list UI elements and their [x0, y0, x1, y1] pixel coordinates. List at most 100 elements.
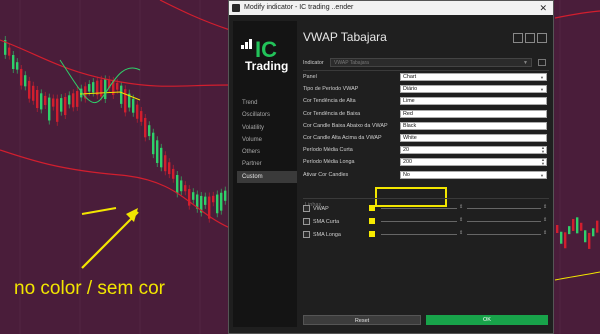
property-label: Panel: [303, 74, 317, 80]
property-row: Cor Candle Alta Acima da VWAP White: [303, 134, 549, 143]
logo-trading: Trading: [245, 59, 289, 73]
candle: [588, 232, 591, 249]
divider: [303, 70, 549, 71]
property-row: Panel Chart ▼: [303, 73, 549, 82]
property-value: Black: [403, 122, 417, 129]
stepper-icon[interactable]: ▲ ▼: [541, 158, 545, 166]
copy-icon[interactable]: [525, 33, 535, 43]
line-style-slider[interactable]: [467, 221, 541, 222]
property-select[interactable]: No ▼: [400, 170, 547, 179]
dialog-titlebar: Modify indicator - IC trading ..ender ✕: [229, 1, 553, 15]
indicator-select[interactable]: VWAP Tabajara ▼: [330, 58, 532, 67]
line-width-slider[interactable]: [381, 234, 457, 235]
property-select[interactable]: Diário ▼: [400, 85, 547, 94]
chevron-down-icon: ▼: [540, 87, 544, 93]
property-number-input[interactable]: 20 ▲ ▼: [400, 146, 547, 155]
settings-panel: VWAP Tabajara Indicator VWAP Tabajara ▼ …: [301, 21, 551, 327]
line-visible-checkbox[interactable]: [303, 205, 310, 212]
candle: [580, 222, 583, 231]
video-icon[interactable]: [538, 59, 546, 66]
line-label: SMA Curta: [313, 219, 340, 225]
property-label: Tipo de Período VWAP: [303, 86, 359, 93]
property-value: Lime: [403, 98, 415, 105]
stepper-icon[interactable]: ⇕: [459, 217, 463, 223]
property-value: 20: [403, 147, 409, 154]
line-label: VWAP: [313, 206, 329, 212]
nav-item-oscillators[interactable]: Oscillators: [237, 109, 297, 121]
property-input[interactable]: Black: [400, 121, 547, 130]
category-nav: Trend Oscillators Volatility Volume Othe…: [237, 97, 297, 183]
indicator-label: Indicator: [303, 60, 324, 66]
nav-item-trend[interactable]: Trend: [237, 97, 297, 109]
stepper-icon[interactable]: ⇕: [543, 204, 547, 210]
right-red-line: [554, 10, 600, 19]
stepper-icon[interactable]: ▲ ▼: [541, 146, 545, 154]
property-row: Tipo de Período VWAP Diário ▼: [303, 85, 549, 94]
camera-icon[interactable]: [537, 33, 547, 43]
property-label: Cor Candle Baixa Abaixo da VWAP: [303, 122, 388, 129]
stepper-icon[interactable]: ⇕: [459, 204, 463, 210]
property-input[interactable]: Red: [400, 109, 547, 118]
stepper-icon[interactable]: ⇕: [459, 230, 463, 236]
property-label: Período Média Curta: [303, 147, 353, 154]
indicator-select-row: Indicator VWAP Tabajara ▼: [303, 58, 549, 68]
ok-button[interactable]: OK: [426, 315, 548, 325]
candle: [596, 220, 599, 233]
stepper-icon[interactable]: ⇕: [543, 230, 547, 236]
nav-item-partner[interactable]: Partner: [237, 158, 297, 170]
yellow-vwap-line: [79, 91, 141, 101]
property-row: Cor Candle Baixa Abaixo da VWAP Black: [303, 121, 549, 131]
save-icon[interactable]: [513, 33, 523, 43]
property-row: Ativar Cor Candles No ▼: [303, 170, 549, 180]
reset-button[interactable]: Reset: [303, 315, 421, 325]
divider: [303, 198, 549, 199]
property-label: Período Média Longa: [303, 159, 355, 166]
line-width-slider[interactable]: [381, 221, 457, 222]
stepper-icon[interactable]: ⇕: [543, 217, 547, 223]
annotation-no-color: no color / sem cor: [14, 278, 165, 299]
property-input[interactable]: Lime: [400, 97, 547, 106]
property-value: No: [403, 171, 410, 178]
candle: [560, 231, 563, 244]
header-actions: [511, 30, 547, 48]
line-style-slider[interactable]: [467, 234, 541, 235]
nav-item-custom[interactable]: Custom: [237, 170, 297, 183]
line-visible-checkbox[interactable]: [303, 231, 310, 238]
chevron-down-icon: ▼: [540, 172, 544, 178]
candle: [576, 217, 579, 234]
nav-item-others[interactable]: Others: [237, 146, 297, 158]
line-width-slider[interactable]: [381, 208, 457, 209]
property-label: Cor Tendência de Alta: [303, 98, 356, 105]
candle: [572, 218, 575, 231]
nav-item-volatility[interactable]: Volatility: [237, 122, 297, 134]
property-label: Cor Tendência de Baixa: [303, 110, 361, 117]
property-value: Red: [403, 110, 413, 117]
line-visible-checkbox[interactable]: [303, 218, 310, 225]
color-swatch[interactable]: [369, 205, 375, 211]
property-select[interactable]: Chart ▼: [400, 73, 547, 81]
line-label: SMA Longa: [313, 232, 341, 238]
color-swatch[interactable]: [369, 231, 375, 237]
annotation-tick: [81, 207, 117, 215]
category-sidebar: IC Trading Trend Oscillators Volatility …: [233, 21, 297, 327]
app-icon: [232, 4, 240, 12]
right-yellow-line: [554, 271, 600, 281]
red-band-lower: [0, 149, 231, 229]
window-title: Modify indicator - IC trading ..ender: [244, 4, 354, 11]
color-swatch[interactable]: [369, 218, 375, 224]
property-row: Período Média Longa 200 ▲ ▼: [303, 158, 549, 167]
line-row: VWAP ⇕ ⇕: [301, 204, 551, 214]
nav-item-volume[interactable]: Volume: [237, 134, 297, 146]
property-value: Diário: [403, 86, 418, 93]
property-row: Período Média Curta 20 ▲ ▼: [303, 146, 549, 155]
candle: [568, 226, 571, 235]
red-top-line: [159, 0, 231, 31]
indicator-select-value: VWAP Tabajara: [334, 60, 369, 66]
chevron-down-icon: ▼: [540, 75, 544, 80]
property-number-input[interactable]: 200 ▲ ▼: [400, 158, 547, 167]
line-style-slider[interactable]: [467, 208, 541, 209]
candle: [592, 228, 595, 237]
property-input[interactable]: White: [400, 134, 547, 142]
close-icon[interactable]: ✕: [539, 1, 547, 15]
line-row: SMA Curta ⇕ ⇕: [301, 217, 551, 227]
